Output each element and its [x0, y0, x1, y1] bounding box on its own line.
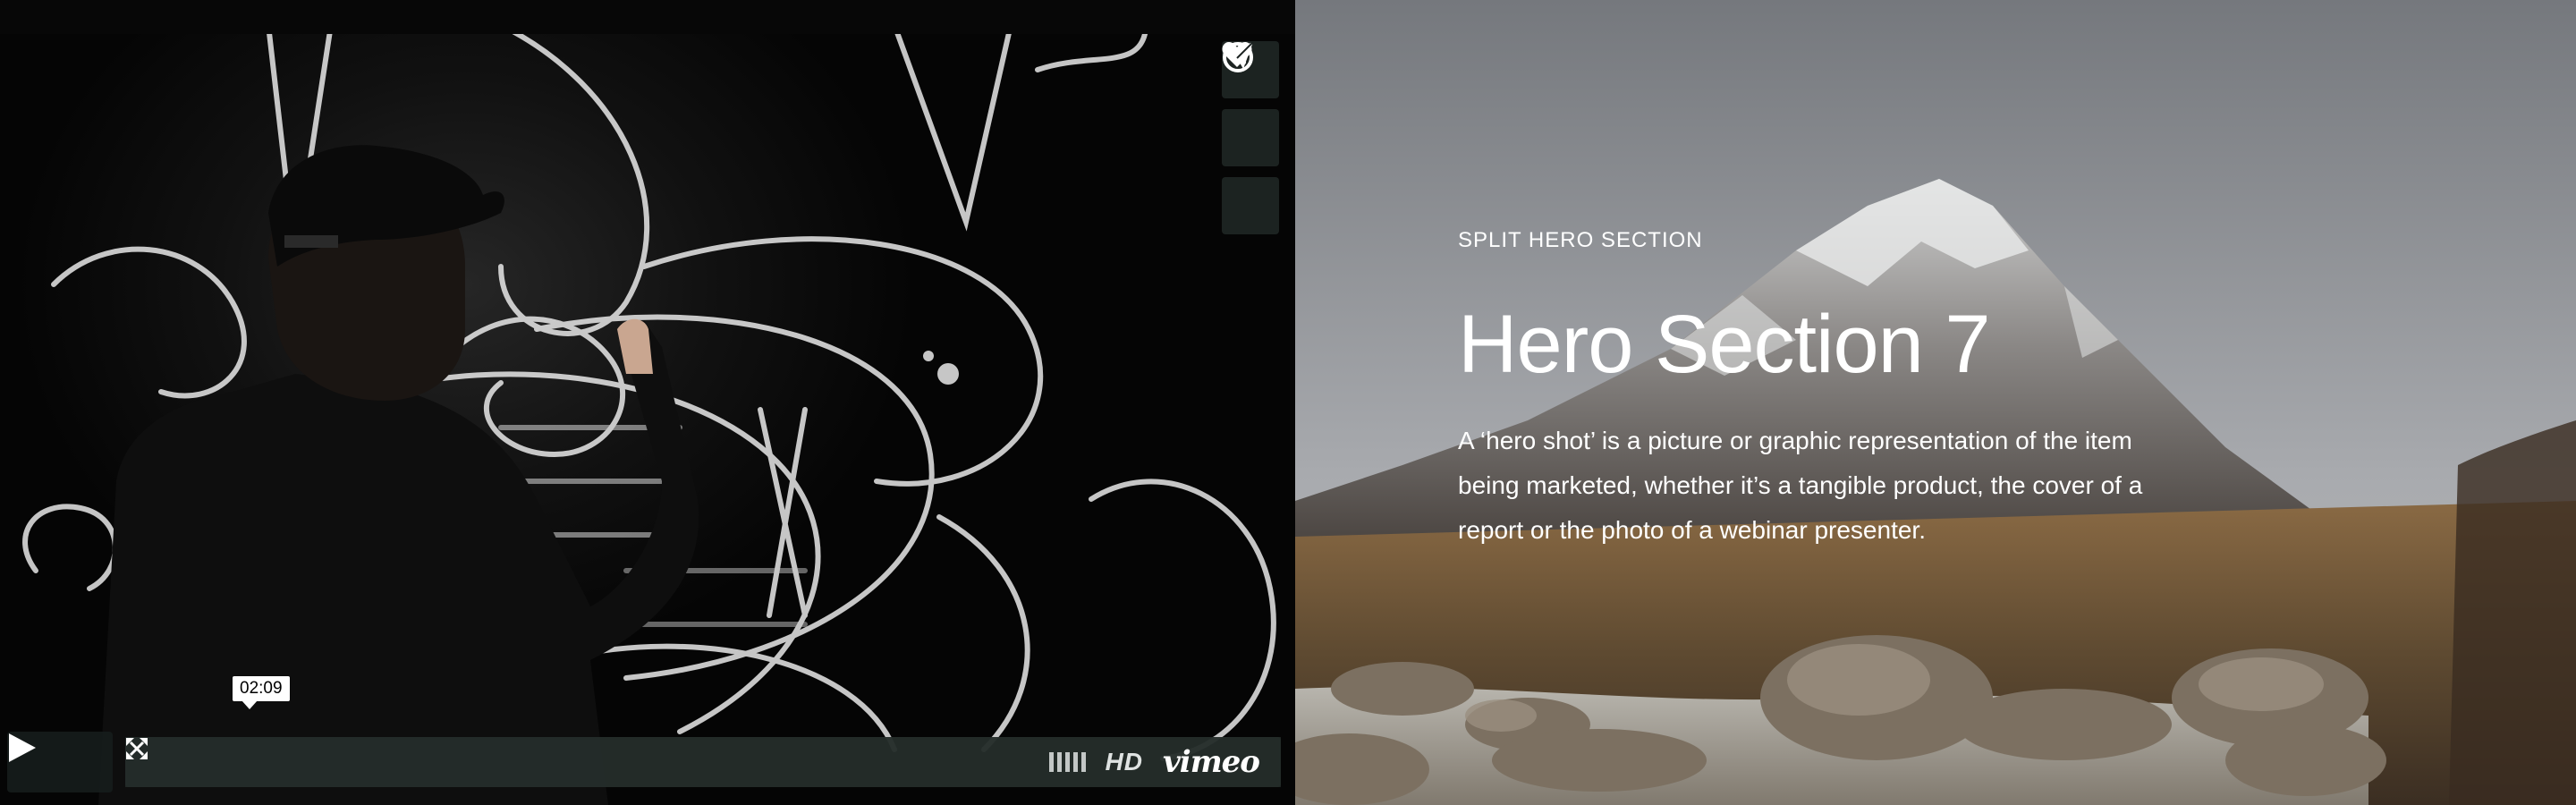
- chalkboard-artwork: [22, 34, 1276, 805]
- video-top-bar: [0, 0, 1295, 34]
- volume-bars-icon[interactable]: [1048, 752, 1086, 772]
- vimeo-logo[interactable]: vimeo: [1163, 744, 1260, 780]
- hero-section: SPLIT HERO SECTION Hero Section 7 A ‘her…: [1295, 0, 2576, 805]
- hero-eyebrow: SPLIT HERO SECTION: [1458, 228, 1703, 252]
- watch-later-button[interactable]: [1222, 42, 1279, 166]
- hero-content: SPLIT HERO SECTION Hero Section 7 A ‘her…: [1458, 228, 2191, 553]
- paper-plane-icon: [1223, 41, 1254, 69]
- video-frame[interactable]: 02:09 HD vimeo: [0, 34, 1295, 805]
- share-button[interactable]: [1222, 41, 1279, 234]
- hero-description: A ‘hero shot’ is a picture or graphic re…: [1458, 427, 2143, 544]
- video-player[interactable]: 02:09 HD vimeo: [0, 0, 1295, 805]
- fullscreen-icon[interactable]: [125, 737, 148, 760]
- play-button[interactable]: [7, 732, 113, 792]
- play-icon: [9, 733, 36, 762]
- video-side-actions: [1222, 41, 1279, 234]
- player-controls: 02:09 HD vimeo: [7, 676, 1281, 792]
- hero-title: Hero Section 7: [1458, 299, 1991, 390]
- progress-bar[interactable]: 02:09 HD vimeo: [125, 676, 1281, 787]
- hd-toggle[interactable]: HD: [1106, 748, 1143, 776]
- time-tooltip: 02:09: [233, 676, 290, 709]
